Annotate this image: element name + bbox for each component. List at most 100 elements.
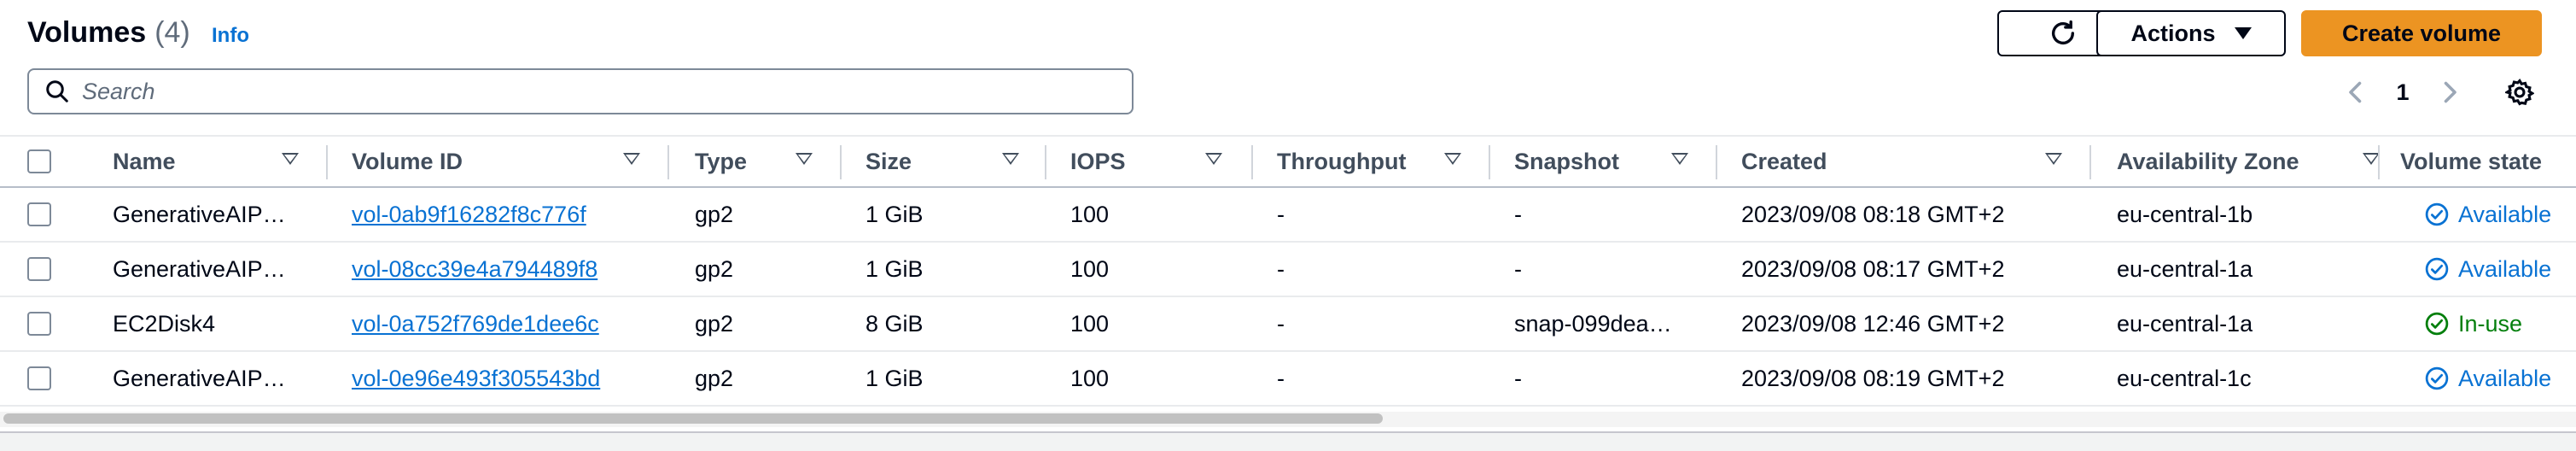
column-divider[interactable] [2378, 145, 2380, 179]
cell-throughput: - [1277, 255, 1285, 282]
sort-icon [1444, 153, 1461, 165]
row-checkbox[interactable] [27, 312, 51, 336]
status-available: Available [2424, 202, 2551, 228]
info-link[interactable]: Info [212, 22, 249, 50]
cell-type: gp2 [695, 255, 734, 282]
cell-availability-zone: eu-central-1b [2117, 201, 2253, 227]
next-page-button[interactable] [2433, 73, 2467, 111]
status-in-use: In-use [2424, 311, 2522, 337]
cell-snapshot: - [1514, 255, 1522, 282]
column-label: IOPS [1070, 148, 1126, 174]
search-icon [46, 80, 68, 102]
volume-id-link[interactable]: vol-08cc39e4a794489f8 [352, 243, 659, 296]
column-header-type[interactable]: Type [695, 137, 840, 186]
column-label: Availability Zone [2117, 148, 2299, 174]
cell-iops: 100 [1070, 201, 1110, 227]
volume-id-link[interactable]: vol-0e96e493f305543bd [352, 352, 659, 405]
sort-icon [796, 153, 813, 165]
column-divider[interactable] [840, 145, 842, 179]
cell-name: GenerativeAIP… [113, 255, 286, 282]
volume-id-link[interactable]: vol-0a752f769de1dee6c [352, 297, 659, 350]
column-header-volume-id[interactable]: Volume ID [352, 137, 667, 186]
sort-icon [2045, 153, 2062, 165]
sort-icon [1671, 153, 1688, 165]
cell-volume-state: Available [2424, 352, 2576, 405]
status-success-icon [2425, 312, 2449, 336]
column-label: Snapshot [1514, 148, 1620, 174]
cell-name: EC2Disk4 [113, 310, 216, 337]
column-label: Name [113, 148, 176, 174]
cell-created: 2023/09/08 08:17 GMT+2 [1741, 255, 2005, 282]
table-preferences-button[interactable] [2501, 73, 2538, 111]
column-label: Created [1741, 148, 1827, 174]
table-row[interactable]: GenerativeAIP… vol-08cc39e4a794489f8 gp2… [0, 243, 2576, 297]
cell-snapshot: snap-099dea… [1514, 310, 1672, 337]
column-header-throughput[interactable]: Throughput [1277, 137, 1489, 186]
column-header-created[interactable]: Created [1741, 137, 2091, 186]
table-footer [0, 433, 2576, 451]
table-row[interactable]: GenerativeAIP… vol-0e96e493f305543bd gp2… [0, 352, 2576, 407]
row-checkbox[interactable] [27, 366, 51, 390]
volume-id-link[interactable]: vol-0ab9f16282f8c776f [352, 188, 659, 241]
refresh-icon [2051, 20, 2075, 44]
page-number-current[interactable]: 1 [2386, 73, 2420, 111]
column-header-name[interactable]: Name [113, 137, 324, 186]
cell-size: 8 GiB [865, 310, 924, 337]
cell-created: 2023/09/08 08:18 GMT+2 [1741, 201, 2005, 227]
status-available: Available [2424, 256, 2551, 283]
chevron-left-icon [2349, 81, 2362, 103]
column-divider[interactable] [2089, 145, 2091, 179]
horizontal-scrollbar-thumb[interactable] [3, 413, 1383, 424]
column-header-iops[interactable]: IOPS [1070, 137, 1250, 186]
actions-dropdown-button[interactable]: Actions [2096, 10, 2286, 56]
sort-icon [1002, 153, 1019, 165]
cell-size: 1 GiB [865, 201, 924, 227]
cell-snapshot: - [1514, 365, 1522, 391]
cell-availability-zone: eu-central-1c [2117, 365, 2252, 391]
cell-iops: 100 [1070, 365, 1110, 391]
table-column-header: Name Volume ID Type Size IOPS Throughput… [0, 135, 2576, 188]
cell-throughput: - [1277, 310, 1285, 337]
column-divider[interactable] [1489, 145, 1490, 179]
column-header-availability-zone[interactable]: Availability Zone [2117, 137, 2409, 186]
cell-throughput: - [1277, 201, 1285, 227]
table-row[interactable]: EC2Disk4 vol-0a752f769de1dee6c gp2 8 GiB… [0, 297, 2576, 352]
column-header-size[interactable]: Size [865, 137, 1045, 186]
column-divider[interactable] [1251, 145, 1253, 179]
search-input[interactable] [82, 78, 1021, 105]
cell-type: gp2 [695, 365, 734, 391]
column-divider[interactable] [1716, 145, 1717, 179]
column-label: Size [865, 148, 912, 174]
sort-icon [623, 153, 640, 165]
column-divider[interactable] [1045, 145, 1046, 179]
previous-page-button[interactable] [2339, 73, 2373, 111]
cell-volume-state: Available [2424, 188, 2576, 241]
cell-availability-zone: eu-central-1a [2117, 255, 2253, 282]
search-box [27, 68, 1134, 114]
column-label: Type [695, 148, 748, 174]
column-divider[interactable] [667, 145, 669, 179]
table-row[interactable]: GenerativeAIP… vol-0ab9f16282f8c776f gp2… [0, 188, 2576, 243]
cell-size: 1 GiB [865, 255, 924, 282]
cell-size: 1 GiB [865, 365, 924, 391]
status-info-icon [2425, 366, 2449, 390]
sort-icon [282, 153, 299, 165]
volume-count: (4) [154, 16, 190, 49]
select-all-checkbox[interactable] [27, 149, 51, 173]
cell-volume-state: Available [2424, 243, 2576, 296]
status-text: Available [2458, 365, 2552, 391]
cell-snapshot: - [1514, 201, 1522, 227]
table-header-bar: Volumes (4) Info Actions Create volume [0, 0, 2576, 68]
create-volume-button[interactable]: Create volume [2301, 10, 2542, 56]
status-info-icon [2425, 257, 2449, 281]
cell-type: gp2 [695, 310, 734, 337]
column-divider[interactable] [326, 145, 328, 179]
column-header-snapshot[interactable]: Snapshot [1514, 137, 1716, 186]
status-info-icon [2425, 202, 2449, 226]
cell-availability-zone: eu-central-1a [2117, 310, 2253, 337]
caret-down-icon [2234, 27, 2252, 39]
cell-iops: 100 [1070, 310, 1110, 337]
row-checkbox[interactable] [27, 202, 51, 226]
column-header-volume-state[interactable]: Volume state [2400, 137, 2576, 186]
row-checkbox[interactable] [27, 257, 51, 281]
